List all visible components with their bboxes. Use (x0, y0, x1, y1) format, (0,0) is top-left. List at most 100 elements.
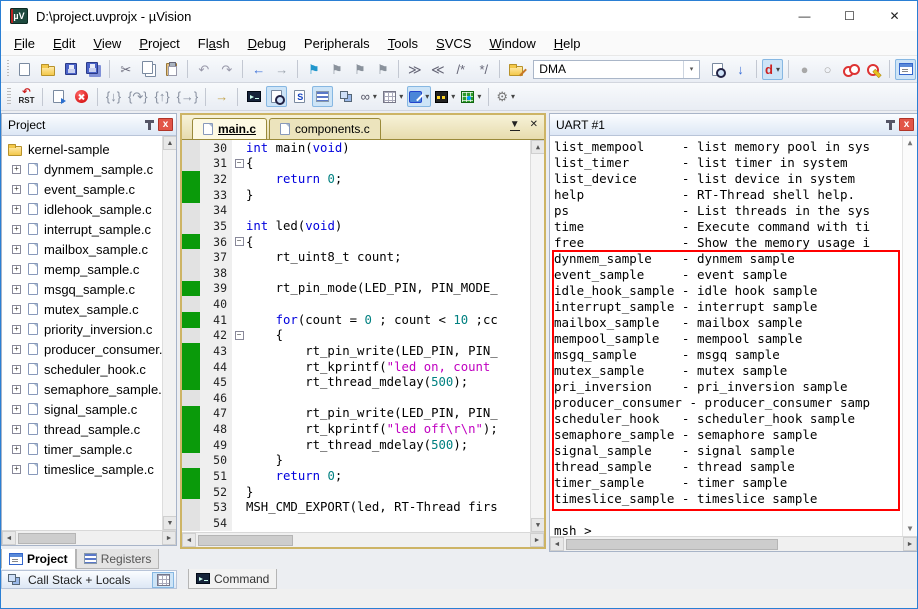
expand-icon[interactable]: + (12, 264, 21, 274)
expand-icon[interactable]: + (12, 244, 21, 254)
project-tree-hscrollbar[interactable]: ◄ ► (2, 530, 176, 545)
save-button[interactable] (60, 59, 81, 80)
menu-edit[interactable]: Edit (44, 33, 84, 54)
tree-item-mailbox_sample-c[interactable]: + mailbox_sample.c (2, 239, 176, 259)
navigate-forward-button[interactable]: → (271, 59, 292, 80)
code-line[interactable]: 34 (182, 202, 544, 219)
maximize-button[interactable]: ☐ (827, 1, 872, 31)
code-line[interactable]: 52} (182, 483, 544, 500)
pin-icon[interactable] (886, 119, 895, 130)
find-in-files-button[interactable] (707, 59, 728, 80)
bookmark-previous-button[interactable]: ⚑ (349, 59, 370, 80)
code-line[interactable]: 50 } (182, 452, 544, 469)
code-line[interactable]: 46 (182, 390, 544, 406)
target-combo[interactable]: DMA ▾ (533, 59, 700, 79)
start-stop-debug-button[interactable]: d ▾ (762, 58, 783, 80)
code-line[interactable]: 33} (182, 186, 544, 203)
expand-icon[interactable]: + (12, 204, 21, 214)
menu-view[interactable]: View (84, 33, 130, 54)
serial-window-button[interactable]: ▾ (407, 86, 432, 107)
tab-command[interactable]: Command (188, 569, 278, 589)
tree-item-idlehook_sample-c[interactable]: + idlehook_sample.c (2, 199, 176, 219)
expand-icon[interactable]: + (12, 364, 21, 374)
logic-analyzer-dropdown[interactable]: ▾ (451, 92, 455, 101)
tree-item-producer_consumer-c[interactable]: + producer_consumer.c (2, 339, 176, 359)
code-line[interactable]: 36−{ (182, 233, 544, 250)
code-line[interactable]: 38 (182, 265, 544, 281)
reset-cpu-button[interactable]: ↶ RST (16, 86, 37, 107)
code-line[interactable]: 48 rt_kprintf("led off\r\n"); (182, 421, 544, 437)
step-out-button[interactable]: {↑} (152, 86, 173, 107)
menu-debug[interactable]: Debug (239, 33, 295, 54)
editor-tab-components-c[interactable]: components.c (269, 118, 381, 139)
tree-item-timeslice_sample-c[interactable]: + timeslice_sample.c (2, 459, 176, 479)
serial-window-dropdown[interactable]: ▾ (425, 92, 429, 101)
tree-item-timer_sample-c[interactable]: + timer_sample.c (2, 439, 176, 459)
new-file-button[interactable] (14, 59, 35, 80)
scroll-down-icon[interactable]: ▼ (531, 518, 544, 532)
code-line[interactable]: 39 rt_pin_mode(LED_PIN, PIN_MODE_ (182, 280, 544, 297)
editor-tab-main-c[interactable]: main.c (192, 118, 268, 139)
scroll-up-icon[interactable]: ▲ (163, 136, 176, 150)
scroll-up-icon[interactable]: ▲ (531, 140, 544, 154)
tab-project[interactable]: Project (1, 549, 76, 569)
expand-icon[interactable]: + (12, 424, 21, 434)
scroll-left-icon[interactable]: ◄ (2, 531, 16, 545)
step-over-button[interactable]: {↷} (126, 86, 150, 107)
code-line[interactable]: 37 rt_uint8_t count; (182, 249, 544, 265)
system-viewer-dropdown[interactable]: ▾ (477, 92, 481, 101)
uart-terminal[interactable]: list_mempool - list memory pool in sys li… (550, 136, 917, 536)
scroll-down-icon[interactable]: ▼ (163, 516, 176, 530)
indent-button[interactable]: ≫ (404, 59, 425, 80)
uncomment-button[interactable]: */ (473, 59, 494, 80)
expand-icon[interactable]: + (12, 224, 21, 234)
call-stack-window-button[interactable] (335, 86, 356, 107)
code-line[interactable]: 42− { (182, 327, 544, 344)
tree-root-kernel-sample[interactable]: kernel-sample (2, 139, 176, 159)
code-line[interactable]: 49 rt_thread_mdelay(500); (182, 436, 544, 453)
menu-window[interactable]: Window (480, 33, 544, 54)
comment-button[interactable]: /* (450, 59, 471, 80)
outdent-button[interactable]: ≪ (427, 59, 448, 80)
tree-item-dynmem_sample-c[interactable]: + dynmem_sample.c (2, 159, 176, 179)
enable-disable-breakpoint-button[interactable]: ○ (817, 59, 838, 80)
tree-item-event_sample-c[interactable]: + event_sample.c (2, 179, 176, 199)
navigate-back-button[interactable]: ← (248, 59, 269, 80)
bookmark-toggle-button[interactable]: ⚑ (303, 59, 324, 80)
expand-icon[interactable]: + (12, 384, 21, 394)
code-line[interactable]: 32 return 0; (182, 171, 544, 187)
uart-vscrollbar[interactable]: ▲ ▼ (902, 136, 917, 536)
logic-analyzer-button[interactable]: ▾ (433, 86, 457, 107)
code-line[interactable]: 41 for(count = 0 ; count < 10 ;cc (182, 311, 544, 328)
project-panel-close-icon[interactable]: x (158, 118, 173, 131)
editor-hscrollbar[interactable]: ◄ ► (182, 532, 544, 547)
expand-icon[interactable]: + (12, 184, 21, 194)
expand-icon[interactable]: + (12, 404, 21, 414)
fold-collapse-icon[interactable]: − (234, 330, 244, 340)
redo-button[interactable]: ↷ (216, 59, 237, 80)
tree-item-memp_sample-c[interactable]: + memp_sample.c (2, 259, 176, 279)
bookmark-next-button[interactable]: ⚑ (326, 59, 347, 80)
expand-icon[interactable]: + (12, 464, 21, 474)
uart-panel-close-icon[interactable]: x (899, 118, 914, 131)
tree-item-signal_sample-c[interactable]: + signal_sample.c (2, 399, 176, 419)
code-line[interactable]: 54 (182, 515, 544, 531)
minimize-button[interactable]: — (782, 1, 827, 31)
toolbar-drag-handle[interactable] (7, 87, 11, 106)
tab-list-icon[interactable]: ▼ (509, 119, 520, 131)
expand-icon[interactable]: + (12, 284, 21, 294)
options-for-target-button[interactable] (505, 59, 526, 80)
scroll-down-icon[interactable]: ▼ (903, 522, 917, 536)
copy-button[interactable] (138, 59, 159, 80)
paste-button[interactable] (161, 59, 182, 80)
close-button[interactable]: ✕ (872, 1, 917, 31)
code-line[interactable]: 47 rt_pin_write(LED_PIN, PIN_ (182, 405, 544, 422)
registers-window-button[interactable] (312, 86, 334, 107)
menu-flash[interactable]: Flash (189, 33, 239, 54)
code-line[interactable]: 44 rt_kprintf("led on, count (182, 358, 544, 375)
start-stop-debug-dropdown[interactable]: ▾ (776, 65, 780, 74)
tree-item-thread_sample-c[interactable]: + thread_sample.c (2, 419, 176, 439)
go-button[interactable]: → (211, 86, 232, 107)
insert-remove-breakpoint-button[interactable]: ● (794, 59, 815, 80)
project-tree-vscrollbar[interactable]: ▲ ▼ (162, 136, 176, 530)
